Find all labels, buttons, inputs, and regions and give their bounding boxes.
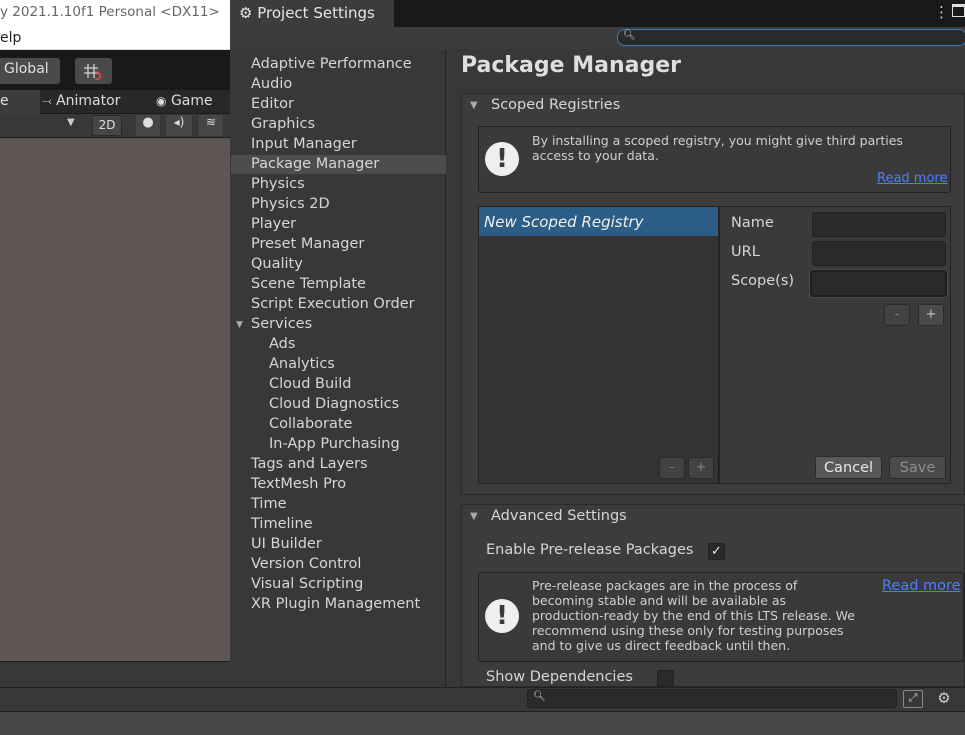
package-icon[interactable]: ⚙ <box>933 689 955 709</box>
tab-scene[interactable]: e <box>0 90 40 114</box>
sidebar-item[interactable]: Audio <box>251 76 292 92</box>
lighting-toggle-icon[interactable]: ● <box>136 115 160 136</box>
sidebar-item[interactable]: TextMesh Pro <box>251 476 346 492</box>
tab-project-settings-label: Project Settings <box>257 4 375 22</box>
sidebar-item[interactable]: Cloud Build <box>269 376 351 392</box>
sidebar-item[interactable]: XR Plugin Management <box>251 596 420 612</box>
show-dependencies-label: Show Dependencies <box>486 669 633 685</box>
sidebar-item[interactable]: Analytics <box>269 356 335 372</box>
grid-snap-icon <box>84 64 101 81</box>
more-options-icon[interactable]: ⋮ <box>934 3 949 21</box>
prerelease-warning-line: and to give us direct feedback until the… <box>532 638 791 653</box>
prerelease-checkbox[interactable]: ✓ <box>708 543 725 560</box>
effects-toggle-icon[interactable]: ≋ <box>199 115 223 136</box>
add-scope-button[interactable]: + <box>918 304 944 326</box>
prerelease-warning-line: recommend using these only for testing p… <box>532 623 844 638</box>
sidebar-item[interactable]: Time <box>251 496 287 512</box>
remove-scope-button[interactable]: - <box>884 304 910 326</box>
animator-icon: ⤙ <box>42 94 52 108</box>
warning-text-line2: access to your data. <box>532 148 659 163</box>
url-label: URL <box>731 244 760 260</box>
save-button[interactable]: Save <box>889 456 946 479</box>
dropdown-arrow-icon[interactable]: ▼ <box>67 117 75 128</box>
tab-scene-label: e <box>0 93 9 109</box>
project-search-input[interactable]: 🔍︎ <box>527 689 897 708</box>
tab-game[interactable]: ◉ Game <box>156 93 213 109</box>
advanced-settings-foldout-icon[interactable]: ▼ <box>470 511 478 522</box>
page-title: Package Manager <box>461 53 681 78</box>
warning-icon: ! <box>485 142 519 176</box>
sidebar-item[interactable]: Physics <box>251 176 305 192</box>
warning-text-line1: By installing a scoped registry, you mig… <box>532 133 903 148</box>
sidebar-item[interactable]: Preset Manager <box>251 236 364 252</box>
search-icon: 🔍︎ <box>533 691 546 702</box>
search-icon: 🔍︎ <box>623 30 636 41</box>
prerelease-label: Enable Pre-release Packages <box>486 542 694 558</box>
cancel-button[interactable]: Cancel <box>815 456 882 479</box>
tab-animator-label: Animator <box>56 93 121 109</box>
show-dependencies-checkbox[interactable] <box>657 670 674 687</box>
sidebar-item[interactable]: Scene Template <box>251 276 366 292</box>
scoped-registries-title[interactable]: Scoped Registries <box>491 97 620 113</box>
warning-icon: ! <box>485 599 519 633</box>
sidebar-item[interactable]: Script Execution Order <box>251 296 415 312</box>
global-label: Global <box>4 61 49 77</box>
sidebar-item[interactable]: Visual Scripting <box>251 576 363 592</box>
gear-icon: ⚙ <box>239 4 253 22</box>
sidebar-item[interactable]: Physics 2D <box>251 196 330 212</box>
search-by-type-icon[interactable]: ⤢ <box>903 690 923 708</box>
sidebar-item[interactable]: In-App Purchasing <box>269 436 400 452</box>
prerelease-warning-line: Pre-release packages are in the process … <box>532 578 798 593</box>
editor-menubar <box>0 26 230 50</box>
sidebar-item[interactable]: Input Manager <box>251 136 357 152</box>
view-2d-toggle[interactable]: 2D <box>92 115 122 136</box>
sidebar-item[interactable]: Ads <box>269 336 295 352</box>
sidebar-item[interactable]: Adaptive Performance <box>251 56 412 72</box>
read-more-link[interactable]: Read more <box>882 578 961 594</box>
tab-project-settings[interactable]: ⚙ Project Settings <box>230 0 394 27</box>
tab-game-label: Game <box>170 93 213 109</box>
add-registry-button[interactable]: + <box>688 457 714 479</box>
scene-viewport[interactable] <box>0 138 230 661</box>
global-toggle-button[interactable]: Global <box>0 58 60 84</box>
scoped-registries-foldout-icon[interactable]: ▼ <box>470 100 478 111</box>
tab-animator[interactable]: ⤙ Animator <box>42 93 120 109</box>
gamepad-icon: ◉ <box>156 94 167 108</box>
editor-status-bar <box>0 711 965 735</box>
scopes-label: Scope(s) <box>731 273 795 289</box>
scopes-field[interactable] <box>810 270 947 297</box>
maximize-icon[interactable] <box>952 4 965 17</box>
scene-toolbar: ▼ 2D ● ◂) ≋ <box>0 114 230 138</box>
sidebar-item[interactable]: Player <box>251 216 296 232</box>
grid-snap-button[interactable] <box>75 58 112 84</box>
sidebar-item[interactable]: Cloud Diagnostics <box>269 396 399 412</box>
url-field[interactable] <box>812 241 946 266</box>
menu-help[interactable]: elp <box>0 30 21 46</box>
name-field[interactable] <box>812 212 946 237</box>
scene-bottom-bar <box>0 661 230 687</box>
name-label: Name <box>731 215 774 231</box>
sidebar-item[interactable]: Timeline <box>251 516 313 532</box>
editor-window-title: y 2021.1.10f1 Personal <DX11> <box>0 4 220 20</box>
sidebar-item[interactable]: Services <box>251 316 312 332</box>
services-foldout-icon[interactable]: ▼ <box>236 320 243 330</box>
sidebar-item[interactable]: Version Control <box>251 556 361 572</box>
prerelease-warning-line: becoming stable and will be available as <box>532 593 787 608</box>
sidebar-item[interactable]: UI Builder <box>251 536 322 552</box>
settings-search-input[interactable] <box>617 29 965 46</box>
prerelease-warning-line: production-ready by the end of this LTS … <box>532 608 855 623</box>
sidebar-item[interactable]: Editor <box>251 96 294 112</box>
registry-list-item-label: New Scoped Registry <box>484 213 644 231</box>
sidebar-item[interactable]: Package Manager <box>251 156 379 172</box>
registry-list <box>478 206 719 484</box>
audio-toggle-icon[interactable]: ◂) <box>166 115 192 136</box>
sidebar-item[interactable]: Graphics <box>251 116 315 132</box>
remove-registry-button[interactable]: - <box>659 457 685 479</box>
advanced-settings-title[interactable]: Advanced Settings <box>491 508 627 524</box>
sidebar-item[interactable]: Collaborate <box>269 416 352 432</box>
read-more-link[interactable]: Read more <box>877 171 947 186</box>
sidebar-item[interactable]: Tags and Layers <box>251 456 368 472</box>
sidebar-item[interactable]: Quality <box>251 256 303 272</box>
